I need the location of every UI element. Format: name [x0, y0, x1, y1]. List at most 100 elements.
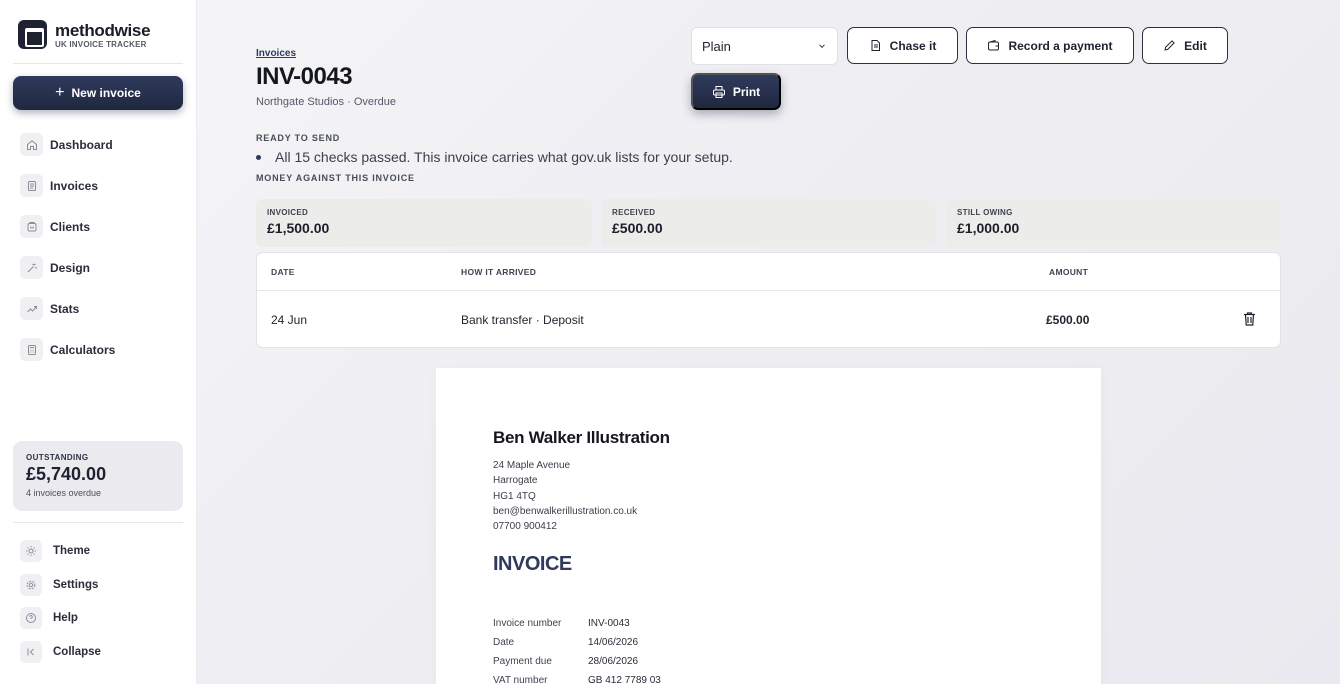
business-name: Ben Walker Illustration [493, 428, 670, 447]
sidebar-item-dashboard[interactable]: Dashboard [20, 133, 115, 156]
received-label: RECEIVED [612, 208, 656, 217]
meta-key: Date [493, 637, 515, 648]
plus-icon: + [55, 84, 65, 101]
help-icon [20, 607, 42, 629]
still-owing-card: STILL OWING £1,000.00 [946, 199, 1281, 247]
sidebar-item-clients[interactable]: Clients [20, 215, 115, 238]
outstanding-summary[interactable]: OUTSTANDING £5,740.00 4 invoices overdue [13, 441, 183, 511]
calculator-icon [20, 338, 43, 361]
record-payment-label: Record a payment [1008, 38, 1113, 53]
home-icon [20, 133, 43, 156]
payment-method: Bank transfer · Deposit [461, 313, 584, 327]
sidebar-item-label: Dashboard [50, 137, 113, 152]
received-card: RECEIVED £500.00 [601, 199, 937, 247]
email-line: ben@benwalkerillustration.co.uk [493, 505, 638, 517]
address-line: HG1 4TQ [493, 490, 536, 502]
payment-date: 24 Jun [271, 313, 308, 327]
checks-text: All 15 checks passed. This invoice carri… [275, 149, 733, 165]
collapse-label: Collapse [53, 645, 101, 658]
settings-button[interactable]: Settings [20, 573, 101, 596]
sun-icon [20, 540, 42, 562]
invoiced-card: INVOICED £1,500.00 [256, 199, 592, 247]
address-line: Harrogate [493, 475, 538, 487]
clients-icon [20, 215, 43, 238]
received-value: £500.00 [612, 220, 663, 236]
meta-key: Payment due [493, 656, 552, 667]
payment-amount: £500.00 [1046, 313, 1090, 327]
column-header-method: HOW IT ARRIVED [461, 267, 537, 277]
outstanding-amount: £5,740.00 [26, 464, 107, 484]
record-payment-button[interactable]: Record a payment [966, 27, 1134, 64]
meta-row: Invoice number INV-0043 [493, 618, 661, 637]
divider [13, 63, 183, 64]
meta-row: Date 14/06/2026 [493, 637, 661, 656]
still-owing-value: £1,000.00 [957, 220, 1020, 236]
overdue-count: 4 invoices overdue [26, 488, 102, 498]
settings-label: Settings [53, 578, 99, 591]
brand-name: methodwise [55, 20, 151, 40]
sidebar-item-calculators[interactable]: Calculators [20, 338, 115, 361]
trend-icon [20, 297, 43, 320]
logo-icon [18, 20, 47, 49]
help-label: Help [53, 612, 78, 624]
theme-button[interactable]: Theme [20, 540, 101, 562]
sidebar-bottom-nav: Theme Settings Help Collapse [20, 540, 101, 674]
column-header-date: DATE [271, 267, 295, 277]
meta-value: 14/06/2026 [588, 637, 639, 648]
meta-value: GB 412 7789 03 [588, 675, 661, 684]
table-divider [257, 290, 1280, 291]
trash-icon [1244, 312, 1255, 326]
bullet-icon [256, 154, 261, 160]
money-label: MONEY AGAINST THIS INVOICE [256, 173, 415, 183]
meta-key: Invoice number [493, 618, 562, 629]
breadcrumb-invoices[interactable]: Invoices [256, 48, 296, 59]
invoice-preview: Ben Walker Illustration 24 Maple Avenue … [436, 368, 1101, 684]
template-select[interactable]: Plain [691, 27, 838, 65]
sidebar-item-stats[interactable]: Stats [20, 297, 115, 320]
sidebar-item-label: Clients [50, 219, 91, 234]
sidebar-item-label: Calculators [50, 342, 116, 357]
brand-subtitle: UK INVOICE TRACKER [55, 39, 147, 49]
chevron-down-icon [819, 44, 825, 49]
business-address: 24 Maple Avenue Harrogate HG1 4TQ ben@be… [493, 458, 637, 534]
ready-label: READY TO SEND [256, 133, 341, 143]
invoice-heading: INVOICE [493, 553, 572, 575]
wand-icon [20, 256, 43, 279]
printer-icon [712, 85, 725, 98]
address-line: 24 Maple Avenue [493, 460, 571, 471]
print-button[interactable]: Print [691, 73, 781, 110]
meta-value: 28/06/2026 [588, 656, 639, 667]
chase-button[interactable]: Chase it [847, 27, 958, 64]
checks-message: All 15 checks passed. This invoice carri… [256, 149, 733, 165]
document-icon [20, 174, 43, 197]
gear-icon [20, 573, 42, 596]
pencil-icon [1164, 40, 1175, 51]
sidebar-item-label: Invoices [50, 178, 99, 193]
template-select-value: Plain [702, 38, 731, 54]
phone-line: 07700 900412 [493, 521, 557, 533]
sidebar-item-design[interactable]: Design [20, 256, 115, 279]
page-title: INV-0043 [256, 63, 353, 90]
meta-row: Payment due 28/06/2026 [493, 656, 661, 675]
edit-label: Edit [1184, 38, 1207, 53]
meta-key: VAT number [493, 675, 548, 684]
edit-button[interactable]: Edit [1142, 27, 1228, 64]
collapse-button[interactable]: Collapse [20, 640, 101, 663]
invoice-subtitle: Northgate Studios · Overdue [256, 96, 397, 108]
help-button[interactable]: Help [20, 607, 101, 629]
sidebar-nav: Dashboard Invoices Clients Design Stats [20, 133, 115, 379]
invoice-meta: Invoice number INV-0043 Date 14/06/2026 … [493, 618, 661, 684]
sidebar-item-label: Design [50, 260, 91, 275]
delete-payment-button[interactable] [1242, 311, 1257, 332]
brand[interactable]: methodwise UK INVOICE TRACKER [18, 20, 151, 49]
sidebar-item-invoices[interactable]: Invoices [20, 174, 115, 197]
payments-table: DATE HOW IT ARRIVED AMOUNT 24 Jun Bank t… [256, 252, 1281, 348]
new-invoice-button[interactable]: + New invoice [13, 76, 183, 110]
meta-row: VAT number GB 412 7789 03 [493, 675, 661, 684]
meta-value: INV-0043 [588, 618, 630, 629]
invoiced-value: £1,500.00 [267, 220, 330, 236]
sidebar: methodwise UK INVOICE TRACKER + New invo… [0, 0, 197, 684]
collapse-icon [20, 640, 42, 663]
invoiced-label: INVOICED [267, 208, 309, 217]
theme-label: Theme [53, 545, 91, 557]
